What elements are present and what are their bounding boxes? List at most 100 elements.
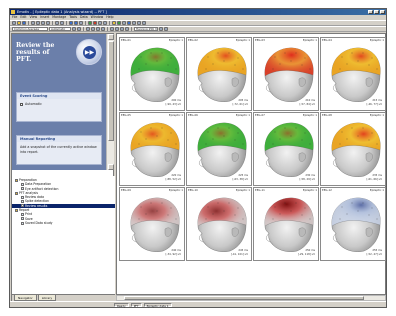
layout-icon[interactable]	[137, 21, 141, 25]
status-document: Epileptic data 1	[143, 302, 172, 308]
topography-map-cell[interactable]: EEG-03 Epileptic 1 210 ms [-57, 84] uV	[253, 37, 319, 111]
folder-icon	[15, 191, 18, 195]
map-range: [-72, 61] uV	[231, 103, 249, 107]
maximize-button[interactable]	[374, 10, 379, 14]
help-icon[interactable]	[142, 21, 146, 25]
toolbar-separator	[28, 21, 29, 25]
map-icon[interactable]	[117, 21, 121, 25]
manual-reporting-text[interactable]: Add a snapshot of the currently active w…	[17, 142, 101, 157]
event-scoring-panel: Event Scoring Automatic	[16, 92, 102, 122]
montage-combo[interactable]: Common Average	[12, 27, 48, 31]
window-title: Emotiv - [ Epileptic data 1 (Analysis wi…	[17, 10, 107, 14]
forward-icon: ▶▶	[83, 46, 96, 59]
scroll-thumb[interactable]	[124, 296, 364, 300]
open-icon[interactable]	[17, 21, 21, 25]
toolbar-separator	[109, 21, 110, 25]
topography-map-cell[interactable]: EEG-08 Epileptic 1 235 ms [-61, 66] uV	[320, 112, 386, 186]
amplitude-down-icon[interactable]	[91, 27, 95, 31]
head-model-icon[interactable]	[127, 21, 131, 25]
doc-icon	[21, 213, 24, 217]
manual-reporting-panel: Manual Reporting Add a snapshot of the c…	[16, 135, 102, 165]
zoom-out-icon[interactable]	[74, 21, 78, 25]
toolbar-separator	[52, 21, 53, 25]
topography-map-cell[interactable]: EEG-04 Epileptic 1 215 ms [-46, 77] uV	[320, 37, 386, 111]
stop-icon[interactable]	[93, 21, 97, 25]
play-icon[interactable]	[88, 21, 92, 25]
head-topography-icon	[197, 197, 247, 252]
zoom-in-icon[interactable]	[69, 21, 73, 25]
grid-icon[interactable]	[122, 21, 126, 25]
task-pane-scrollbar[interactable]	[106, 34, 114, 170]
new-icon[interactable]	[12, 21, 16, 25]
folder-icon	[15, 178, 18, 182]
workflow-tree: Preparation Data Preparation Eye artifact …	[12, 176, 115, 294]
previous-page-icon[interactable]	[115, 27, 119, 31]
map-range: [-29, 118] uV	[296, 253, 316, 257]
head-topography-icon	[264, 47, 314, 102]
topography-map-cell[interactable]: EEG-02 Epileptic 1 205 ms [-72, 61] uV	[186, 37, 252, 111]
cursor-icon[interactable]	[79, 21, 83, 25]
tree-item-label: Saved Data study	[25, 220, 53, 225]
topography-map-cell[interactable]: EEG-09 Epileptic 1 240 ms [-34, 92] uV	[119, 187, 185, 261]
map-range: [-88, 52] uV	[164, 178, 182, 182]
head-topography-icon	[197, 122, 247, 177]
scroll-thumb[interactable]	[108, 41, 114, 141]
topography-map-cell[interactable]: EEG-01 Epileptic 1 200 ms [-99, 43] uV	[119, 37, 185, 111]
undo-icon[interactable]	[55, 21, 59, 25]
topography-map-cell[interactable]: EEG-12 Epileptic 1 255 ms [-52, 47] uV	[320, 187, 386, 261]
copy-icon[interactable]	[41, 21, 45, 25]
settings-icon[interactable]	[132, 21, 136, 25]
toolbar-separator	[107, 27, 108, 31]
head-topography-icon	[331, 47, 381, 102]
left-pane: Review the results of PFT. ▶▶ Event Scor…	[11, 33, 115, 303]
toolbar-separator	[85, 21, 86, 25]
topography-map-cell[interactable]: EEG-07 Epileptic 1 230 ms [-58, 29] uV	[253, 112, 319, 186]
task-pane: Review the results of PFT. ▶▶ Event Scor…	[12, 34, 106, 170]
map-range: [-58, 29] uV	[298, 178, 316, 182]
color-scale-icon[interactable]	[159, 27, 163, 31]
status-bar: Ready PFT Epileptic data 1	[10, 301, 386, 308]
head-topography-icon	[130, 197, 180, 252]
time-up-icon[interactable]	[96, 27, 100, 31]
folder-icon	[15, 208, 18, 212]
cut-icon[interactable]	[36, 21, 40, 25]
doc-icon	[21, 221, 24, 225]
range-combo[interactable]: Hanning 256 ms	[134, 27, 158, 31]
minimize-button[interactable]	[368, 10, 373, 14]
head-topography-icon	[264, 122, 314, 177]
automatic-checkbox[interactable]	[20, 102, 23, 106]
channel-icon[interactable]	[77, 27, 81, 31]
map-range: [-61, 66] uV	[365, 178, 383, 182]
topography-map-cell[interactable]: EEG-10 Epileptic 1 245 ms [-41, 101] uV	[186, 187, 252, 261]
next-page-icon[interactable]	[120, 27, 124, 31]
head-topography-icon	[331, 197, 381, 252]
amplitude-up-icon[interactable]	[86, 27, 90, 31]
topography-map-cell[interactable]: EEG-05 Epileptic 1 220 ms [-88, 52] uV	[119, 112, 185, 186]
close-button[interactable]	[380, 10, 385, 14]
print-icon[interactable]	[31, 21, 35, 25]
scroll-down-arrow-icon[interactable]	[108, 164, 114, 170]
map-range: [-41, 101] uV	[229, 253, 249, 257]
last-page-icon[interactable]	[125, 27, 129, 31]
map-range: [-46, 77] uV	[365, 103, 383, 107]
marker-icon[interactable]	[112, 21, 116, 25]
status-module: PFT	[130, 302, 142, 308]
topography-map-cell[interactable]: EEG-06 Epileptic 1 225 ms [-63, 38] uV	[186, 112, 252, 186]
redo-icon[interactable]	[60, 21, 64, 25]
scale-icon[interactable]	[164, 27, 168, 31]
map-range: [-57, 84] uV	[298, 103, 316, 107]
paste-icon[interactable]	[46, 21, 50, 25]
step-forward-icon[interactable]	[103, 21, 107, 25]
step-back-icon[interactable]	[98, 21, 102, 25]
save-icon[interactable]	[22, 21, 26, 25]
status-text: Ready	[114, 302, 129, 308]
mode-combo[interactable]: Automatic	[49, 27, 71, 31]
topography-map-grid-view: EEG-01 Epileptic 1 200 ms [-99, 43] uV EEG-0…	[116, 33, 386, 295]
filter-icon[interactable]	[72, 27, 76, 31]
topography-map-cell[interactable]: EEG-11 Epileptic 1 250 ms [-29, 118] uV	[253, 187, 319, 261]
tree-item[interactable]: Saved Data study	[12, 221, 115, 225]
app-icon	[11, 10, 15, 14]
time-down-icon[interactable]	[101, 27, 105, 31]
first-page-icon[interactable]	[110, 27, 114, 31]
scroll-up-arrow-icon[interactable]	[108, 34, 114, 40]
